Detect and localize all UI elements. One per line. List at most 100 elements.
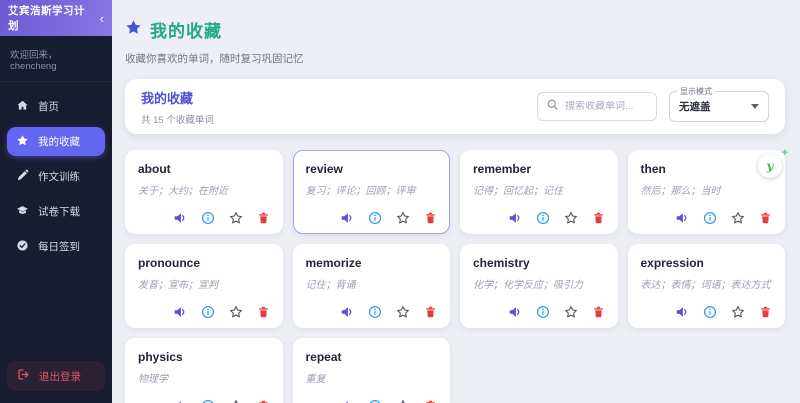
- info-icon[interactable]: [703, 305, 717, 319]
- word-definition: 发音；宣布；宣判: [138, 280, 218, 291]
- star-outline-icon[interactable]: [229, 305, 243, 319]
- speaker-icon[interactable]: [173, 305, 187, 319]
- word-definition: 化学；化学反应；吸引力: [473, 280, 583, 291]
- speaker-icon[interactable]: [173, 399, 187, 403]
- sidebar: 艾宾浩斯学习计划 ‹ 欢迎回来，chencheng 首页 我的收藏 作文训练 试…: [0, 0, 112, 403]
- trash-icon[interactable]: [592, 305, 605, 319]
- star-outline-icon[interactable]: [731, 211, 745, 225]
- star-icon: [16, 134, 29, 150]
- speaker-icon[interactable]: [340, 305, 354, 319]
- speaker-icon[interactable]: [508, 305, 522, 319]
- sidebar-item-check[interactable]: 每日签到: [7, 232, 105, 261]
- sidebar-item-label: 每日签到: [38, 241, 80, 253]
- word-definition: 记住；背诵: [305, 280, 356, 291]
- sidebar-item-label: 我的收藏: [38, 136, 80, 148]
- trash-icon[interactable]: [257, 305, 270, 319]
- main-content: 我的收藏 收藏你喜欢的单词，随时复习巩固记忆 我的收藏 共 15 个收藏单词 搜…: [112, 0, 800, 403]
- trash-icon[interactable]: [424, 211, 437, 225]
- star-outline-icon[interactable]: [229, 211, 243, 225]
- word-definition: 重复: [305, 374, 326, 385]
- speaker-icon[interactable]: [173, 211, 187, 225]
- word-text: about: [138, 162, 171, 176]
- trash-icon[interactable]: [424, 399, 437, 403]
- info-icon[interactable]: [201, 305, 215, 319]
- info-icon[interactable]: [201, 399, 215, 403]
- star-outline-icon[interactable]: [564, 211, 578, 225]
- word-text: memorize: [305, 256, 362, 270]
- trash-icon[interactable]: [257, 399, 270, 403]
- page-title-star-icon: [125, 19, 142, 41]
- logout-icon: [17, 368, 30, 384]
- word-card[interactable]: repeat 重复: [292, 338, 450, 403]
- trash-icon[interactable]: [759, 305, 772, 319]
- info-icon[interactable]: [536, 305, 550, 319]
- star-outline-icon[interactable]: [564, 305, 578, 319]
- star-outline-icon[interactable]: [396, 399, 410, 403]
- star-outline-icon[interactable]: [229, 399, 243, 403]
- trash-icon[interactable]: [424, 305, 437, 319]
- sidebar-item-star[interactable]: 我的收藏: [7, 127, 105, 156]
- word-card[interactable]: pronounce 发音；宣布；宣判: [125, 244, 283, 328]
- trash-icon[interactable]: [257, 211, 270, 225]
- app-window: 艾宾浩斯学习计划 ‹ 欢迎回来，chencheng 首页 我的收藏 作文训练 试…: [0, 0, 800, 403]
- card-actions: [138, 399, 270, 403]
- display-mode-value: 无遮盖: [679, 101, 711, 113]
- info-icon[interactable]: [703, 211, 717, 225]
- card-actions: [306, 211, 438, 225]
- star-outline-icon[interactable]: [731, 305, 745, 319]
- word-card[interactable]: physics 物理学: [125, 338, 283, 403]
- word-definition: 记得；回忆起；记住: [473, 186, 563, 197]
- word-definition: 然后；那么；当时: [640, 186, 721, 197]
- card-actions: [473, 305, 605, 319]
- collection-toolbar: 我的收藏 共 15 个收藏单词 显示模式 无遮盖: [125, 79, 785, 134]
- display-mode-select[interactable]: 显示模式 无遮盖: [669, 86, 769, 122]
- star-outline-icon[interactable]: [396, 211, 410, 225]
- word-text: review: [305, 162, 343, 176]
- card-actions: [641, 211, 773, 225]
- word-definition: 物理学: [138, 374, 168, 385]
- word-text: pronounce: [138, 256, 200, 270]
- star-outline-icon[interactable]: [396, 305, 410, 319]
- card-actions: [138, 211, 270, 225]
- word-card[interactable]: review 复习；评论；回顾；评审: [292, 150, 450, 234]
- trash-icon[interactable]: [592, 211, 605, 225]
- word-card[interactable]: expression 表达；表情；词语；表达方式: [627, 244, 785, 328]
- sidebar-item-home[interactable]: 首页: [7, 92, 105, 121]
- speaker-icon[interactable]: [508, 211, 522, 225]
- word-text: repeat: [305, 350, 342, 364]
- sidebar-menu: 首页 我的收藏 作文训练 试卷下载 每日签到: [0, 82, 112, 353]
- collapse-sidebar-icon[interactable]: ‹: [100, 12, 104, 25]
- exam-icon: [16, 204, 29, 220]
- trash-icon[interactable]: [759, 211, 772, 225]
- word-text: chemistry: [473, 256, 530, 270]
- word-card[interactable]: memorize 记住；背诵: [292, 244, 450, 328]
- word-card[interactable]: about 关于；大约；在附近: [125, 150, 283, 234]
- speaker-icon[interactable]: [675, 305, 689, 319]
- speaker-icon[interactable]: [675, 211, 689, 225]
- extension-badge-button[interactable]: y +: [758, 147, 788, 178]
- page-subtitle: 收藏你喜欢的单词，随时复习巩固记忆: [125, 53, 304, 65]
- info-icon[interactable]: [536, 211, 550, 225]
- word-text: then: [640, 162, 666, 176]
- speaker-icon[interactable]: [340, 211, 354, 225]
- chevron-down-icon: [751, 104, 759, 109]
- info-icon[interactable]: [368, 399, 382, 403]
- sidebar-item-exam[interactable]: 试卷下载: [7, 197, 105, 226]
- display-mode-label: 显示模式: [677, 86, 715, 97]
- search-input[interactable]: [565, 101, 648, 112]
- search-box: [537, 92, 657, 121]
- sidebar-item-pen[interactable]: 作文训练: [7, 162, 105, 191]
- info-icon[interactable]: [368, 305, 382, 319]
- pen-icon: [16, 169, 29, 185]
- app-title: 艾宾浩斯学习计划: [8, 5, 85, 32]
- logout-button[interactable]: 退出登录: [7, 361, 105, 391]
- word-text: remember: [473, 162, 532, 176]
- word-card[interactable]: chemistry 化学；化学反应；吸引力: [460, 244, 618, 328]
- info-icon[interactable]: [201, 211, 215, 225]
- speaker-icon[interactable]: [340, 399, 354, 403]
- word-card[interactable]: remember 记得；回忆起；记住: [460, 150, 618, 234]
- sidebar-item-label: 试卷下载: [38, 206, 80, 218]
- word-definition: 复习；评论；回顾；评审: [305, 186, 416, 197]
- word-text: physics: [138, 350, 183, 364]
- info-icon[interactable]: [368, 211, 382, 225]
